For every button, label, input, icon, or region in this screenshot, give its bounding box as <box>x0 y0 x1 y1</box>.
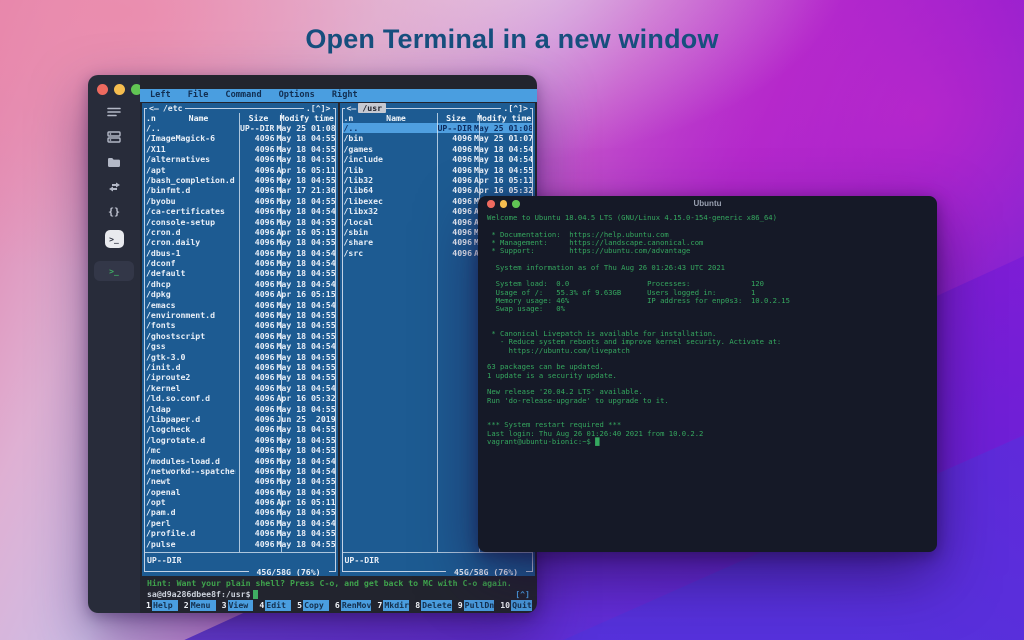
ubuntu-terminal-window[interactable]: Ubuntu Welcome to Ubuntu 18.04.5 LTS (GN… <box>478 196 937 552</box>
terminal-line <box>487 405 928 413</box>
column-mtime[interactable]: Modify time <box>477 113 533 123</box>
panel-title: <— /etc .[^]> <box>147 103 333 113</box>
prompt-text: sa@d9a286dbee8f:/usr$ <box>147 589 251 599</box>
function-key[interactable]: 2Menu <box>183 600 216 611</box>
close-button[interactable] <box>97 84 108 95</box>
close-button[interactable] <box>487 200 495 208</box>
column-sort[interactable]: .n <box>343 113 357 123</box>
function-key[interactable]: 6RenMov <box>334 600 372 611</box>
mc-left-panel: <— /etc .[^]> .n Name Size Modify time <box>142 103 338 576</box>
desktop: Open Terminal in a new window <box>0 0 1024 640</box>
panel-corner[interactable]: .[^]> <box>501 103 530 113</box>
mini-status: UP--DIR <box>147 555 182 565</box>
status-divider <box>343 552 533 553</box>
function-key[interactable]: 5Copy <box>296 600 329 611</box>
menu-icon[interactable] <box>105 105 123 119</box>
menu-item[interactable]: Command <box>225 90 261 100</box>
column-name[interactable]: Name <box>357 113 436 123</box>
mc-hint: Hint: Want your plain shell? Press C-o, … <box>147 578 530 588</box>
panel-arrow: <— <box>345 103 359 113</box>
minimize-button[interactable] <box>500 200 508 208</box>
function-key-bar: 1Help 2Menu 3View 4Edit 5Cop <box>145 600 532 611</box>
window-controls <box>97 84 142 95</box>
terminal-output: Welcome to Ubuntu 18.04.5 LTS (GNU/Linux… <box>478 211 937 449</box>
zoom-button[interactable] <box>512 200 520 208</box>
terminal-line: https://ubuntu.com/livepatch <box>487 347 928 355</box>
panel-path[interactable]: /usr <box>358 103 386 113</box>
page-title: Open Terminal in a new window <box>0 24 1024 55</box>
terminal-line: vagrant@ubuntu-bionic:~$ █ <box>487 438 928 446</box>
hosts-icon[interactable] <box>105 130 123 144</box>
function-key[interactable]: 7Mkdir <box>376 600 409 611</box>
snippets-icon[interactable]: {} <box>105 205 123 219</box>
menu-item[interactable]: File <box>188 90 209 100</box>
column-name[interactable]: Name <box>159 113 238 123</box>
prompt-corner: [^] <box>515 589 530 599</box>
terminal-line: Swap usage: 0% <box>487 305 928 313</box>
function-key[interactable]: 3View <box>221 600 254 611</box>
disk-usage: 45G/58G (76%) <box>249 567 329 576</box>
function-key[interactable]: 9PullDn <box>457 600 495 611</box>
folder-icon[interactable] <box>105 155 123 169</box>
panel-arrow: <— <box>147 103 161 113</box>
terminal-line: 1 update is a security update. <box>487 372 928 380</box>
terminal-icon[interactable]: >_ <box>105 230 124 248</box>
mc-menubar: Left File Command Options Right <box>140 89 537 102</box>
window-controls <box>487 200 520 208</box>
panel-path[interactable]: /etc <box>161 103 185 113</box>
panel-corner[interactable]: .[^]> <box>304 103 333 113</box>
terminal-title: Ubuntu <box>694 199 722 208</box>
mini-status: UP--DIR <box>345 555 380 565</box>
column-divider <box>281 113 282 552</box>
function-key[interactable]: 10Quit <box>499 600 532 611</box>
column-mtime[interactable]: Modify time <box>279 113 335 123</box>
function-key[interactable]: 4Edit <box>258 600 291 611</box>
shell-prompt[interactable]: sa@d9a286dbee8f:/usr$ [^] <box>147 589 530 599</box>
menu-item[interactable]: Left <box>150 90 171 100</box>
minimize-button[interactable] <box>114 84 125 95</box>
terminal-line <box>487 314 928 322</box>
terminal-line: System information as of Thu Aug 26 01:2… <box>487 264 928 272</box>
cursor <box>253 590 258 599</box>
disk-usage: 45G/58G (76%) <box>446 567 526 576</box>
column-divider <box>239 113 240 552</box>
port-forwarding-icon[interactable] <box>105 180 123 194</box>
terminal-session-icon[interactable]: >_ <box>94 261 134 281</box>
column-size[interactable]: Size <box>238 113 279 123</box>
status-divider <box>145 552 335 553</box>
column-divider <box>437 113 438 552</box>
terminal-line: Run 'do-release-upgrade' to upgrade to i… <box>487 397 928 405</box>
function-key[interactable]: 1Help <box>145 600 178 611</box>
column-sort[interactable]: .n <box>145 113 159 123</box>
function-key[interactable]: 8Delete <box>414 600 452 611</box>
panel-title: <— /usr .[^]> <box>345 103 531 113</box>
mc-window: {} >_ >_ Left File Command Options Right <— … <box>88 75 537 613</box>
menu-item[interactable]: Options <box>279 90 315 100</box>
app-sidebar: {} >_ >_ <box>88 75 140 613</box>
terminal-titlebar: Ubuntu <box>478 196 937 211</box>
menu-item[interactable]: Right <box>332 90 358 100</box>
terminal-line: Welcome to Ubuntu 18.04.5 LTS (GNU/Linux… <box>487 214 928 222</box>
column-size[interactable]: Size <box>436 113 477 123</box>
terminal-line: * Support: https://ubuntu.com/advantage <box>487 247 928 255</box>
